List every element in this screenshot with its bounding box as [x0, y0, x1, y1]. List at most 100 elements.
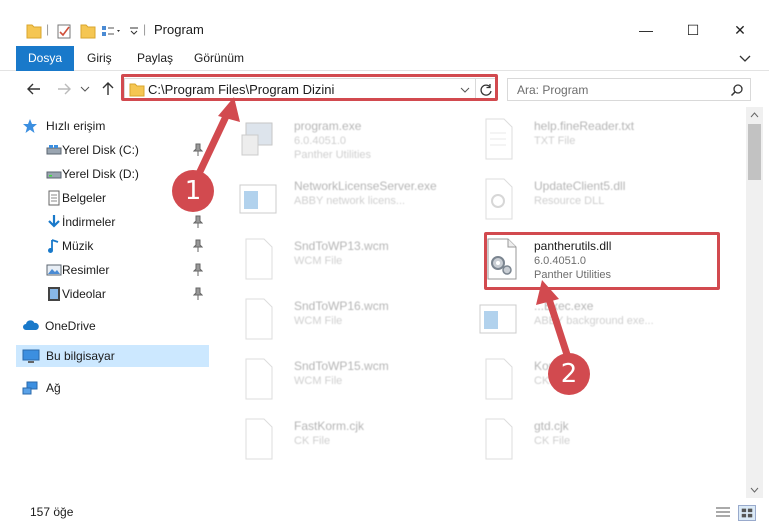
app-window-icon — [239, 184, 277, 214]
tab-giris[interactable]: Giriş — [75, 46, 124, 71]
file-detail: CK File — [534, 435, 571, 447]
properties-icon[interactable] — [56, 22, 72, 40]
new-folder-icon[interactable] — [80, 22, 96, 40]
title-bar: | | Program — ☐ ✕ — [0, 0, 769, 46]
nav-item-label: Yerel Disk (D:) — [62, 167, 139, 181]
nav-item-network[interactable]: Ağ — [16, 377, 209, 399]
nav-item-label: Resimler — [62, 263, 110, 277]
nav-item-label: Yerel Disk (C:) — [62, 143, 139, 157]
close-button[interactable]: ✕ — [718, 18, 762, 42]
star-icon — [23, 119, 37, 133]
file-item[interactable]: NetworkLicenseServer.exe ABBY network li… — [212, 171, 446, 225]
documents-icon — [48, 190, 60, 206]
blank-file-icon — [245, 238, 273, 280]
dll-icon — [485, 178, 513, 220]
nav-item-videos[interactable]: Videolar — [16, 283, 209, 305]
network-icon — [22, 381, 38, 395]
file-detail: WCM File — [294, 315, 343, 327]
music-icon — [48, 239, 59, 253]
file-item[interactable]: help.fineReader.txt TXT File — [452, 111, 686, 165]
cloud-icon — [23, 320, 39, 330]
details-view-icon[interactable] — [714, 505, 732, 521]
exe-icon — [241, 122, 273, 156]
file-name: help.fineReader.txt — [534, 119, 635, 133]
file-item[interactable]: program.exe 6.0.4051.0 Panther Utilities — [212, 111, 446, 165]
expand-ribbon-icon[interactable] — [737, 50, 753, 66]
file-detail: ABBY background exe... — [534, 315, 654, 327]
file-highlight — [484, 232, 720, 290]
search-placeholder: Ara: Program — [517, 83, 589, 97]
nav-item-label: Bu bilgisayar — [46, 349, 115, 363]
scroll-up-icon[interactable] — [746, 107, 763, 124]
file-detail: CK File — [294, 435, 331, 447]
pin-icon — [193, 287, 203, 300]
chevron-down-icon[interactable] — [129, 22, 139, 40]
file-item[interactable]: ...Exec.exe ABBY background exe... — [452, 291, 686, 345]
nav-item-label: Müzik — [62, 239, 94, 253]
file-name: SndToWP15.wcm — [294, 359, 389, 373]
nav-item-label: OneDrive — [45, 319, 96, 333]
file-list: program.exe 6.0.4051.0 Panther Utilities… — [212, 107, 746, 498]
vertical-scrollbar[interactable] — [746, 107, 763, 498]
navigation-pane: Hızlı erişim Yerel Disk (C:) Yerel Disk … — [0, 107, 212, 498]
file-item[interactable]: SndToWP15.wcm WCM File — [212, 351, 446, 405]
nav-item-disk-c[interactable]: Yerel Disk (C:) — [16, 139, 209, 161]
back-arrow-icon[interactable] — [24, 79, 44, 99]
tab-gorunum[interactable]: Görünüm — [182, 46, 256, 71]
address-bar-highlight — [121, 74, 498, 101]
nav-item-music[interactable]: Müzik — [16, 235, 209, 257]
file-name: FastKorm.cjk — [294, 419, 365, 433]
file-name: ...Exec.exe — [534, 299, 594, 313]
file-detail: WCM File — [294, 375, 343, 387]
separator: | — [143, 22, 147, 36]
file-name: NetworkLicenseServer.exe — [294, 179, 437, 193]
drive-icon — [46, 171, 62, 179]
up-arrow-icon[interactable] — [98, 79, 118, 99]
step-one-badge: 1 — [172, 170, 214, 212]
file-detail: 6.0.4051.0 — [294, 135, 346, 147]
pin-icon — [193, 215, 203, 228]
file-item[interactable]: FastKorm.cjk CK File — [212, 411, 446, 465]
pin-icon — [193, 239, 203, 252]
item-count: 157 öğe — [30, 505, 74, 519]
file-detail: ABBY network licens... — [294, 195, 406, 207]
nav-item-quick-access[interactable]: Hızlı erişim — [16, 115, 209, 137]
nav-item-onedrive[interactable]: OneDrive — [16, 315, 209, 337]
file-item[interactable]: gtd.cjk CK File — [452, 411, 686, 465]
pictures-icon — [46, 264, 62, 276]
tab-dosya[interactable]: Dosya — [16, 46, 75, 71]
nav-item-label: Ağ — [46, 381, 61, 395]
scroll-thumb[interactable] — [748, 124, 761, 180]
file-item[interactable]: UpdateClient5.dll Resource DLL — [452, 171, 686, 225]
customize-toolbar-icon[interactable] — [101, 22, 123, 40]
scroll-down-icon[interactable] — [746, 481, 763, 498]
file-name: SndToWP13.wcm — [294, 239, 389, 253]
search-icon[interactable] — [730, 83, 744, 97]
maximize-button[interactable]: ☐ — [671, 18, 715, 42]
blank-file-icon — [485, 418, 513, 460]
nav-item-label: Videolar — [62, 287, 106, 301]
file-item[interactable]: SndToWP16.wcm WCM File — [212, 291, 446, 345]
search-input[interactable]: Ara: Program — [507, 78, 751, 101]
file-name: program.exe — [294, 119, 362, 133]
computer-icon — [22, 349, 40, 363]
recent-chevron-icon[interactable] — [78, 79, 92, 99]
file-detail: WCM File — [294, 255, 343, 267]
file-item[interactable]: SndToWP13.wcm WCM File — [212, 231, 446, 285]
blank-file-icon — [245, 298, 273, 340]
nav-item-pictures[interactable]: Resimler — [16, 259, 209, 281]
nav-item-this-pc[interactable]: Bu bilgisayar — [16, 345, 209, 367]
ribbon-tabs: Dosya Giriş Paylaş Görünüm — [0, 46, 769, 71]
tiles-view-icon[interactable] — [738, 505, 756, 521]
window-title: Program — [154, 22, 204, 37]
download-icon — [48, 215, 60, 228]
nav-item-label: İndirmeler — [62, 215, 116, 229]
blank-file-icon — [485, 358, 513, 400]
folder-icon — [26, 24, 42, 39]
minimize-button[interactable]: — — [624, 18, 668, 42]
nav-item-downloads[interactable]: İndirmeler — [16, 211, 209, 233]
separator: | — [46, 22, 50, 36]
video-icon — [48, 287, 60, 301]
forward-arrow-icon[interactable] — [54, 79, 74, 99]
tab-paylas[interactable]: Paylaş — [125, 46, 185, 71]
